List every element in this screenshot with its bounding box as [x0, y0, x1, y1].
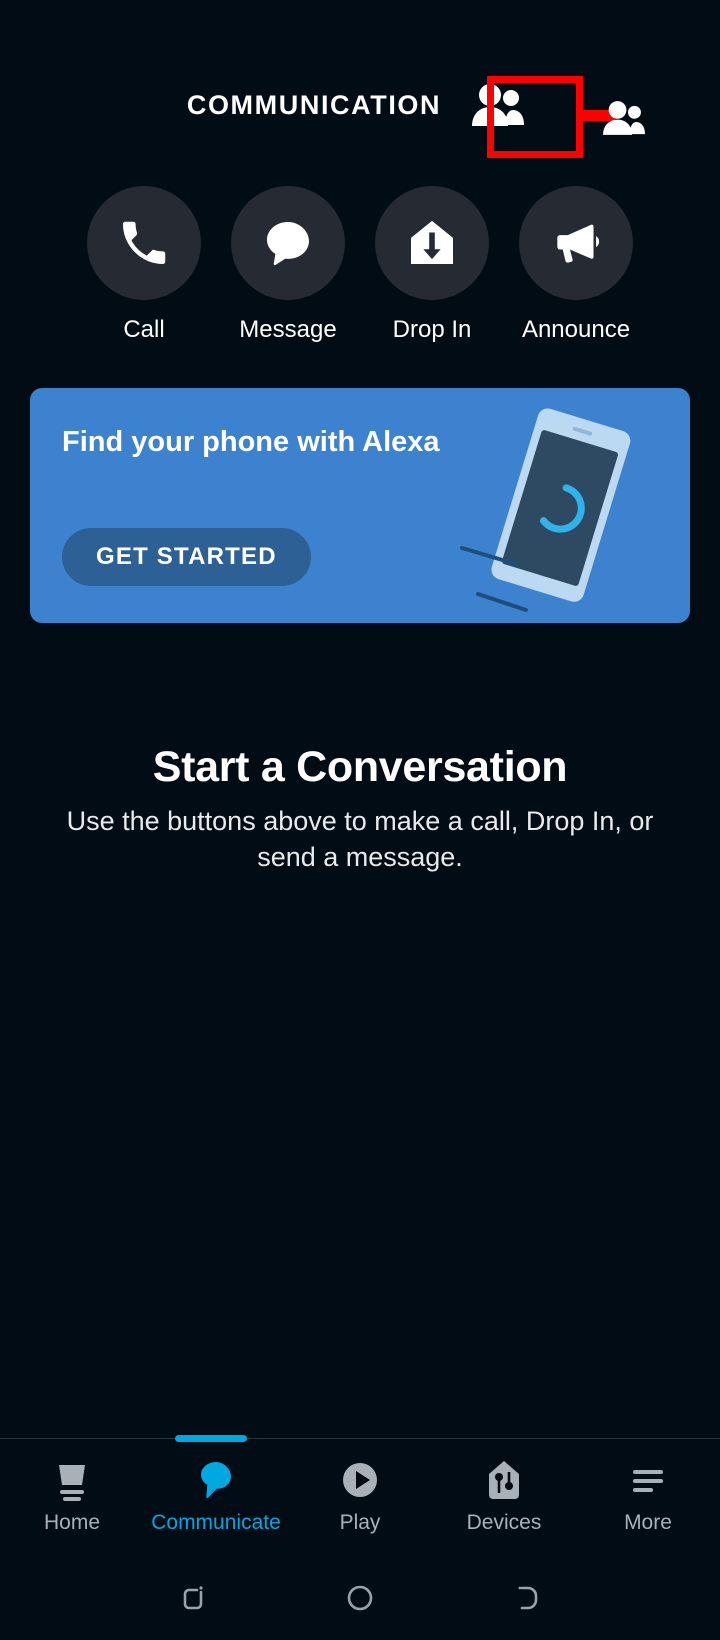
get-started-button[interactable]: GET STARTED [62, 528, 311, 586]
tab-devices-icon-wrap [481, 1457, 527, 1503]
phone-illustration [460, 408, 631, 612]
empty-state-title: Start a Conversation [152, 743, 568, 791]
home-device-icon [59, 1465, 85, 1501]
action-message-label: Message [239, 316, 337, 343]
active-tab-indicator [175, 1435, 247, 1442]
action-dropin[interactable]: Drop In [374, 186, 490, 344]
action-announce-circle[interactable] [519, 186, 633, 300]
tab-play-label: Play [339, 1511, 381, 1534]
promo-title: Find your phone with Alexa [62, 426, 440, 458]
action-call-circle[interactable] [87, 186, 201, 300]
play-circle-icon [343, 1463, 377, 1497]
tab-home-label: Home [43, 1511, 101, 1534]
android-system-nav [0, 1556, 720, 1640]
action-message-circle[interactable] [231, 186, 345, 300]
empty-state: Start a Conversation Use the buttons abo… [0, 743, 720, 875]
app-header: COMMUNICATION [0, 0, 720, 180]
phone-icon [123, 221, 166, 264]
bottom-navigation: Home Communicate Play Devices More [0, 1435, 720, 1556]
annotation-reference-icon [598, 96, 650, 140]
tab-more-icon-wrap [625, 1457, 671, 1503]
action-call[interactable]: Call [86, 186, 202, 344]
tab-more-label: More [624, 1511, 672, 1534]
contacts-people-icon [472, 84, 525, 126]
tab-play-icon-wrap [337, 1457, 383, 1503]
devices-house-icon [489, 1461, 519, 1499]
recents-icon [184, 1586, 203, 1610]
page-title: COMMUNICATION [186, 89, 442, 120]
promo-card[interactable]: Find your phone with Alexa GET STARTED [30, 388, 690, 623]
home-button[interactable] [332, 1570, 388, 1626]
contacts-people-icon-ghost [603, 101, 645, 135]
tab-devices[interactable]: Devices [432, 1457, 576, 1535]
action-dropin-label: Drop In [392, 316, 472, 343]
contacts-button[interactable] [463, 77, 533, 133]
speech-bubble-icon [201, 1462, 231, 1499]
hamburger-menu-icon [633, 1470, 663, 1492]
tab-communicate-label: Communicate [151, 1511, 281, 1534]
alexa-communication-screen: COMMUNICATION Call Message Drop In Annou… [0, 0, 720, 1640]
tab-more[interactable]: More [576, 1457, 720, 1535]
action-message[interactable]: Message [230, 186, 346, 344]
tab-home[interactable]: Home [0, 1457, 144, 1535]
back-button[interactable] [499, 1570, 555, 1626]
speech-bubble-icon [267, 222, 309, 266]
action-call-label: Call [123, 316, 165, 343]
megaphone-icon [557, 224, 600, 263]
back-icon [518, 1586, 537, 1610]
tab-play[interactable]: Play [288, 1457, 432, 1535]
empty-state-subtitle: Use the buttons above to make a call, Dr… [66, 806, 654, 872]
quick-actions-row: Call Message Drop In Announce [0, 186, 720, 344]
action-announce-label: Announce [521, 316, 631, 343]
tab-home-icon-wrap [49, 1457, 95, 1503]
house-down-arrow-icon [411, 220, 453, 264]
action-announce[interactable]: Announce [518, 186, 634, 344]
recents-button[interactable] [165, 1570, 221, 1626]
tab-communicate-icon-wrap [193, 1457, 239, 1503]
home-circle-icon [347, 1585, 373, 1611]
action-dropin-circle[interactable] [375, 186, 489, 300]
tab-devices-label: Devices [466, 1511, 542, 1534]
tab-communicate[interactable]: Communicate [144, 1457, 288, 1535]
